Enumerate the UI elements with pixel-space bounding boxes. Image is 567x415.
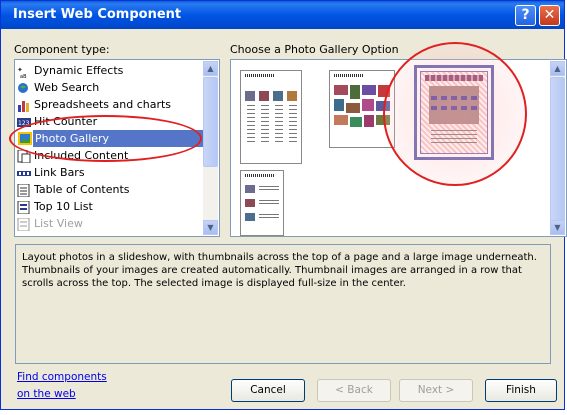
web-search-icon [18, 82, 28, 93]
list-item[interactable]: List View [17, 215, 83, 232]
spreadsheet-icon [18, 100, 29, 112]
gallery-option-scrollbar[interactable]: ▲ ▼ [550, 61, 565, 235]
gallery-option-vertical[interactable] [240, 170, 284, 236]
finish-button[interactable]: Finish [485, 379, 557, 402]
list-item[interactable]: Web Search [17, 79, 99, 96]
title-bar: Insert Web Component ? ✕ [1, 1, 564, 29]
chevron-up-icon: ▲ [207, 64, 214, 73]
scroll-thumb[interactable] [203, 77, 218, 167]
component-type-label: Component type: [14, 43, 110, 56]
annotation-circle-photo-gallery [9, 115, 202, 162]
link-bars-icon [17, 170, 31, 176]
chevron-up-icon: ▲ [554, 64, 561, 73]
scroll-thumb[interactable] [550, 77, 565, 223]
component-list-scrollbar[interactable]: ▲ ▼ [203, 61, 218, 235]
annotation-circle-slideshow-option [383, 42, 527, 186]
cancel-button[interactable]: Cancel [231, 379, 305, 402]
layout-preview [240, 70, 302, 164]
find-components-link-line2[interactable]: on the web [17, 388, 76, 400]
list-item[interactable]: Table of Contents [17, 181, 130, 198]
list-view-icon [17, 217, 30, 231]
scroll-up-button[interactable]: ▲ [550, 61, 565, 76]
layout-preview [240, 170, 284, 236]
list-item[interactable]: ✦ aB Dynamic Effects [17, 62, 123, 79]
close-button[interactable]: ✕ [539, 5, 560, 26]
find-components-link[interactable]: Find components [17, 371, 107, 383]
back-button[interactable]: < Back [317, 379, 391, 402]
scroll-down-button[interactable]: ▼ [550, 220, 565, 235]
window-title: Insert Web Component [13, 7, 182, 22]
scroll-up-button[interactable]: ▲ [203, 61, 218, 76]
gallery-option-label: Choose a Photo Gallery Option [230, 43, 399, 56]
list-item[interactable]: Link Bars [17, 164, 85, 181]
svg-text:✦: ✦ [17, 66, 23, 74]
scroll-down-button[interactable]: ▼ [203, 220, 218, 235]
option-description: Layout photos in a slideshow, with thumb… [15, 244, 551, 364]
next-button[interactable]: Next > [399, 379, 473, 402]
help-button[interactable]: ? [515, 5, 536, 26]
chevron-down-icon: ▼ [554, 223, 561, 232]
chevron-down-icon: ▼ [207, 223, 214, 232]
close-icon: ✕ [543, 7, 556, 23]
svg-text:aB: aB [20, 74, 27, 78]
toc-icon [17, 183, 30, 197]
list-item[interactable]: Top 10 List [17, 198, 93, 215]
question-icon: ? [521, 7, 530, 23]
gallery-option-horizontal[interactable] [240, 70, 302, 164]
top10-icon [17, 200, 30, 214]
list-item[interactable]: Spreadsheets and charts [17, 96, 171, 113]
effects-icon: ✦aB [17, 66, 27, 78]
